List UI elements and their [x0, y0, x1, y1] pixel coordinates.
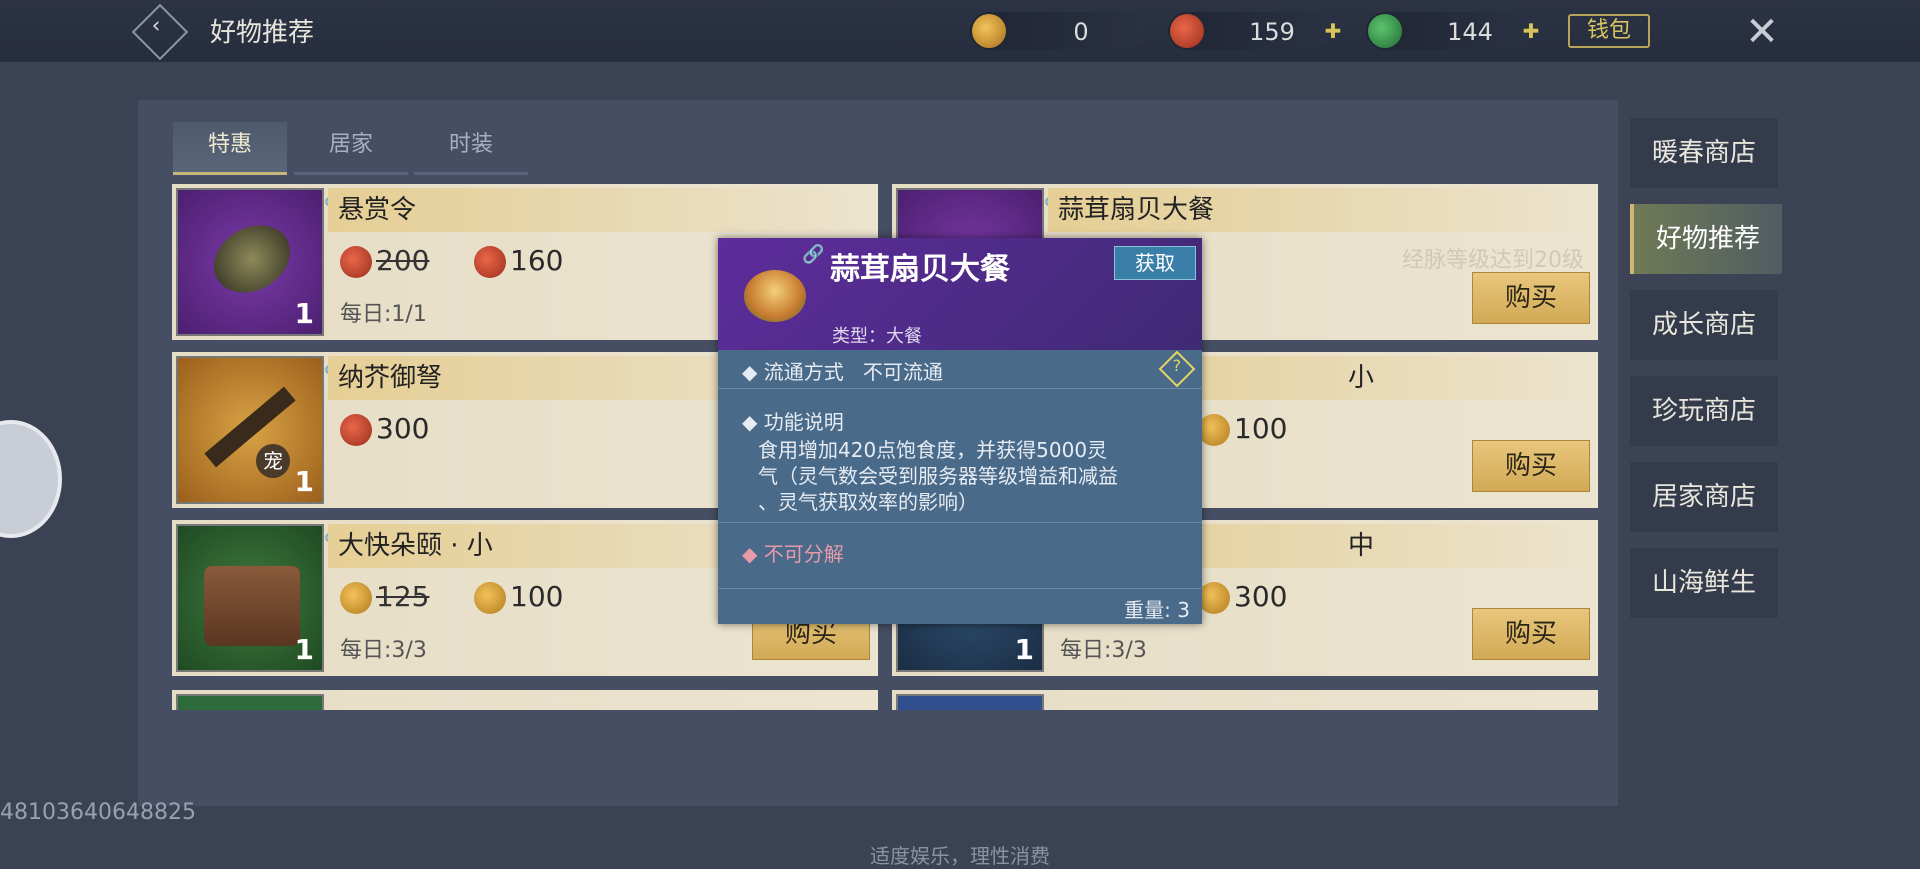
item-thumbnail: 宠 1 — [176, 356, 324, 504]
unlock-condition: 经脉等级达到20级 — [1402, 248, 1584, 273]
help-icon[interactable]: ? — [1158, 350, 1196, 388]
currency-gold: 0 — [970, 12, 1146, 50]
red-coin-icon — [340, 246, 372, 278]
item-tooltip: 🔗 蒜茸扇贝大餐 获取 类型：大餐 ◆ 流通方式 不可流通 ? ◆ 功能说明 食… — [718, 238, 1202, 624]
sale-price: 100 — [1198, 412, 1287, 446]
item-name: 蒜茸扇贝大餐 — [1048, 188, 1594, 232]
divider — [718, 388, 1202, 389]
original-price: 200 — [340, 244, 429, 278]
red-coin-icon — [1170, 14, 1204, 48]
close-icon[interactable]: ✕ — [1740, 10, 1784, 54]
currency-red-value: 159 — [1249, 18, 1295, 46]
item-thumbnail: 1 — [176, 188, 324, 336]
link-icon: 🔗 — [802, 244, 825, 265]
item-card[interactable] — [892, 690, 1598, 710]
divider — [718, 522, 1202, 523]
circulation-row: ◆ 流通方式 不可流通 — [742, 360, 943, 384]
jade-coin-icon — [1368, 14, 1402, 48]
add-red-currency-icon[interactable]: ✚ — [1322, 20, 1344, 42]
item-quantity: 1 — [294, 633, 314, 666]
sidebar-item-seafood[interactable]: 山海鲜生 — [1630, 548, 1778, 618]
gold-coin-icon — [972, 14, 1006, 48]
buy-button[interactable]: 购买 — [1472, 440, 1590, 492]
sale-price: 160 — [474, 244, 563, 278]
pet-badge: 宠 — [256, 444, 290, 478]
wallet-button[interactable]: 钱包 — [1568, 14, 1650, 48]
get-button[interactable]: 获取 — [1114, 246, 1196, 280]
buy-button[interactable]: 购买 — [1472, 272, 1590, 324]
tooltip-title: 蒜茸扇贝大餐 — [830, 252, 1010, 287]
item-name: 悬赏令 — [328, 188, 874, 232]
item-weight: 重量: 3 — [1124, 598, 1190, 622]
item-quantity: 1 — [294, 297, 314, 330]
description-line: 食用增加420点饱食度，并获得5000灵 — [758, 438, 1108, 462]
item-type: 类型：大餐 — [832, 326, 922, 347]
item-thumbnail — [176, 694, 324, 710]
currency-gold-value: 0 — [1073, 18, 1089, 46]
sale-price: 300 — [1198, 580, 1287, 614]
add-jade-currency-icon[interactable]: ✚ — [1520, 20, 1542, 42]
description-line: 气（灵气数会受到服务器等级增益和减益 — [758, 464, 1118, 488]
back-button[interactable]: ‹ — [131, 3, 189, 61]
user-id: 48103640648825 — [0, 800, 196, 825]
daily-limit: 每日:3/3 — [340, 638, 427, 663]
red-coin-icon — [474, 246, 506, 278]
token-icon — [201, 212, 303, 306]
original-price: 125 — [340, 580, 429, 614]
sidebar-item-home-shop[interactable]: 居家商店 — [1630, 462, 1778, 532]
item-thumbnail — [896, 694, 1044, 710]
buy-button[interactable]: 购买 — [1472, 608, 1590, 660]
item-thumbnail: 1 — [176, 524, 324, 672]
sidebar-item-growth-shop[interactable]: 成长商店 — [1630, 290, 1778, 360]
sidebar-item-spring-shop[interactable]: 暖春商店 — [1630, 118, 1778, 188]
gold-coin-icon — [1198, 582, 1230, 614]
tab-fashion[interactable]: 时装 — [414, 122, 528, 175]
footer-note: 适度娱乐，理性消费 — [870, 844, 1050, 868]
gold-coin-icon — [1198, 414, 1230, 446]
daily-limit: 每日:3/3 — [1060, 638, 1147, 663]
sale-price: 100 — [474, 580, 563, 614]
decompose-note: ◆ 不可分解 — [742, 542, 844, 566]
gold-coin-icon — [474, 582, 506, 614]
daily-limit: 每日:1/1 — [340, 302, 427, 327]
tab-special[interactable]: 特惠 — [173, 122, 287, 175]
page-title: 好物推荐 — [210, 18, 315, 48]
sidebar-item-treasure-shop[interactable]: 珍玩商店 — [1630, 376, 1778, 446]
red-coin-icon — [340, 414, 372, 446]
floating-assistant-button[interactable] — [0, 420, 62, 538]
top-bar: ‹ 好物推荐 0 159 ✚ 144 ✚ 钱包 ✕ — [0, 0, 1920, 62]
sale-price: 300 — [340, 412, 429, 446]
tab-home[interactable]: 居家 — [294, 122, 408, 175]
divider — [718, 588, 1202, 589]
currency-jade: 144 — [1366, 12, 1526, 50]
chevron-left-icon: ‹ — [151, 13, 161, 39]
tooltip-header: 🔗 蒜茸扇贝大餐 获取 类型：大餐 — [718, 238, 1202, 350]
currency-red: 159 — [1168, 12, 1328, 50]
treasure-chest-icon — [204, 566, 300, 646]
description-line: 、灵气获取效率的影响） — [758, 490, 978, 514]
gold-coin-icon — [340, 582, 372, 614]
function-label: ◆ 功能说明 — [742, 410, 844, 434]
currency-jade-value: 144 — [1447, 18, 1493, 46]
sidebar-item-recommended[interactable]: 好物推荐 — [1630, 204, 1782, 274]
scallop-dish-icon — [744, 270, 806, 322]
item-quantity: 1 — [1014, 633, 1034, 666]
item-card[interactable] — [172, 690, 878, 710]
item-quantity: 1 — [294, 465, 314, 498]
